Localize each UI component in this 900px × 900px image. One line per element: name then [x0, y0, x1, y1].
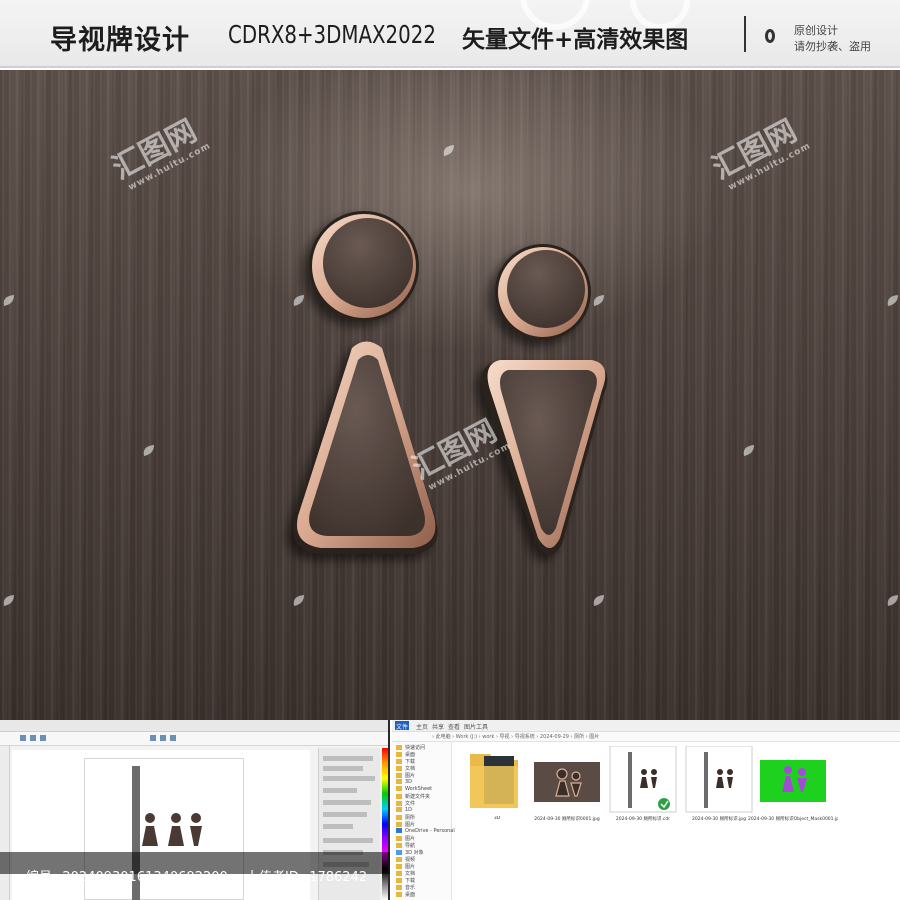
explorer-ribbon-tabs: 文件 主页 共享 查看 图片工具 — [392, 720, 900, 732]
file-thumbnail-mask[interactable]: 2024-09-30 厕所标识Object_Mask0001.jpg — [748, 746, 838, 822]
file-caption: 2024-09-30 厕所标识Object_Mask0001.jpg — [748, 817, 838, 822]
file-thumbnail-render[interactable]: 2024-09-30 厕所标识0001.jpg — [532, 746, 602, 822]
explorer-tab[interactable]: 共享 — [432, 722, 444, 731]
cdr-tool-icon[interactable] — [40, 735, 46, 741]
banner-divider — [744, 16, 746, 52]
file-thumbnail-folder[interactable]: 3D — [462, 746, 532, 821]
copy-warning-note: 请勿抄袭、盗用 — [794, 40, 871, 53]
leaf-watermark-icon — [3, 595, 14, 606]
wood-panel-render: 汇图网 www.huitu.com 汇图网 www.huitu.com 汇图网 … — [0, 70, 900, 720]
banner-software: CDRX8+3DMAX2022 — [228, 20, 436, 49]
title-banner: 导视牌设计 CDRX8+3DMAX2022 矢量文件+高清效果图 原创设计 请勿… — [0, 0, 900, 68]
footer-id-label: 编号: — [26, 870, 57, 885]
explorer-nav-pane: 快速访问 桌面 下载 文档 图片 3D WorkSheet 新建文件夹 文件 1… — [392, 742, 455, 900]
leaf-watermark-icon — [593, 595, 604, 606]
cdr-menubar[interactable] — [0, 720, 388, 732]
leaf-watermark-icon — [887, 595, 898, 606]
explorer-tab[interactable]: 查看 — [448, 722, 460, 731]
leaf-watermark-icon — [3, 295, 14, 306]
banner-files: 矢量文件+高清效果图 — [462, 27, 689, 53]
cdr-tool-icon[interactable] — [170, 735, 176, 741]
nav-item[interactable]: OneDrive - Personal — [405, 828, 455, 834]
explorer-address-bar[interactable]: › 此电脑 › Work (J:) › work › 导视 › 导视系统 › 2… — [392, 732, 900, 742]
explorer-tab[interactable]: 图片工具 — [464, 722, 488, 731]
leaf-watermark-icon — [443, 145, 454, 156]
female-head-icon — [495, 244, 591, 340]
original-note: 原创设计 — [794, 24, 838, 37]
male-body-icon — [293, 341, 438, 554]
cdr-tool-icon[interactable] — [150, 735, 156, 741]
image-thumbnail — [534, 762, 600, 802]
leaf-watermark-icon — [743, 445, 754, 456]
explorer-tab[interactable]: 主页 — [416, 722, 428, 731]
jpg-thumbnail — [685, 745, 753, 813]
cdr-color-palette[interactable] — [382, 748, 388, 900]
banner-title: 导视牌设计 — [50, 25, 190, 56]
file-thumbnail-jpg[interactable]: 2024-09-30 厕所标识.jpg — [684, 745, 754, 822]
leaf-watermark-icon — [143, 445, 154, 456]
restroom-sign — [293, 211, 608, 555]
cdr-tool-icon[interactable] — [30, 735, 36, 741]
leaf-watermark-icon — [293, 595, 304, 606]
footer-uploader-label: 上传者ID: — [245, 870, 304, 885]
file-thumbnail-cdr[interactable]: 2024-09-30 厕所标识.cdr — [608, 745, 678, 822]
nav-item[interactable]: 桌面 — [405, 892, 415, 898]
footer-id-value: 20240930161340692200 — [62, 870, 228, 885]
cdr-tool-icon[interactable] — [160, 735, 166, 741]
cdr-toolbar[interactable] — [0, 732, 388, 746]
nav-item[interactable]: 3D — [405, 779, 412, 785]
file-explorer-window: 文件 主页 共享 查看 图片工具 › 此电脑 › Work (J:) › wor… — [392, 720, 900, 900]
leaf-watermark-icon — [293, 295, 304, 306]
footprint-icon — [765, 29, 775, 43]
footer-info: 编号: 20240930161340692200 上传者ID: 1786242 — [26, 866, 373, 885]
cdr-tool-icon[interactable] — [20, 735, 26, 741]
leaf-watermark-icon — [887, 295, 898, 306]
explorer-tab[interactable]: 文件 — [396, 722, 408, 731]
mask-thumbnail — [760, 760, 826, 802]
cdr-document-thumbnail — [609, 745, 677, 813]
nav-item[interactable]: 1D — [405, 807, 412, 813]
male-head-icon — [309, 211, 419, 321]
footer-uploader-value: 1786242 — [309, 870, 368, 885]
nav-item[interactable]: WorkSheet — [405, 786, 432, 792]
female-body-icon — [481, 360, 608, 555]
folder-icon — [470, 754, 518, 808]
cdr-toolbox[interactable] — [0, 746, 10, 900]
leaf-watermark-icon — [593, 295, 604, 306]
